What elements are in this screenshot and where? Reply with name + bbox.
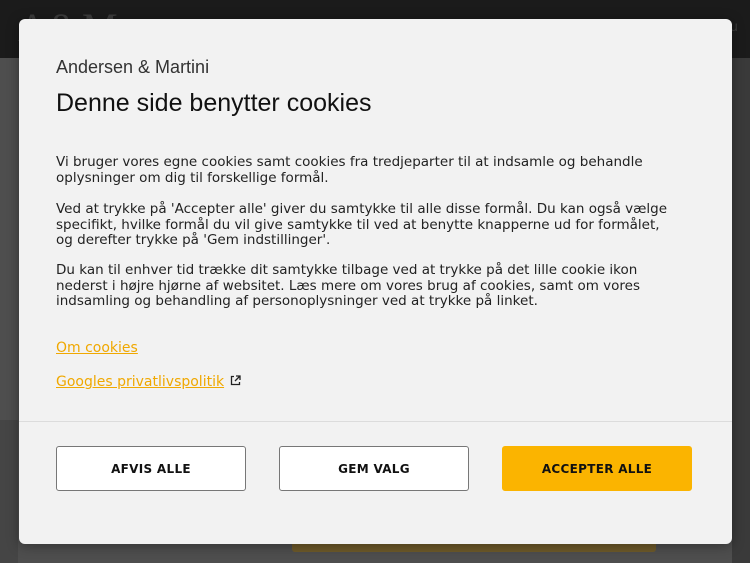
about-cookies-link[interactable]: Om cookies (56, 340, 138, 356)
intro-paragraph: Vi bruger vores egne cookies samt cookie… (56, 154, 643, 186)
reject-all-button[interactable]: AFVIS ALLE (56, 446, 246, 491)
cookie-consent-dialog: Andersen & Martini Denne side benytter c… (19, 19, 732, 544)
dialog-title: Denne side benytter cookies (56, 89, 372, 117)
footer-divider (19, 421, 732, 422)
accept-all-button[interactable]: ACCEPTER ALLE (502, 446, 692, 491)
external-link-icon (230, 374, 241, 390)
google-privacy-link[interactable]: Googles privatlivspolitik (56, 374, 241, 390)
save-choice-button[interactable]: GEM VALG (279, 446, 469, 491)
consent-paragraph: Ved at trykke på 'Accepter alle' giver d… (56, 201, 668, 248)
page-left-strip (0, 420, 18, 563)
withdraw-paragraph: Du kan til enhver tid trække dit samtykk… (56, 262, 641, 309)
page-right-strip (732, 58, 750, 563)
google-privacy-link-label: Googles privatlivspolitik (56, 374, 225, 390)
brand-name: Andersen & Martini (56, 57, 210, 77)
